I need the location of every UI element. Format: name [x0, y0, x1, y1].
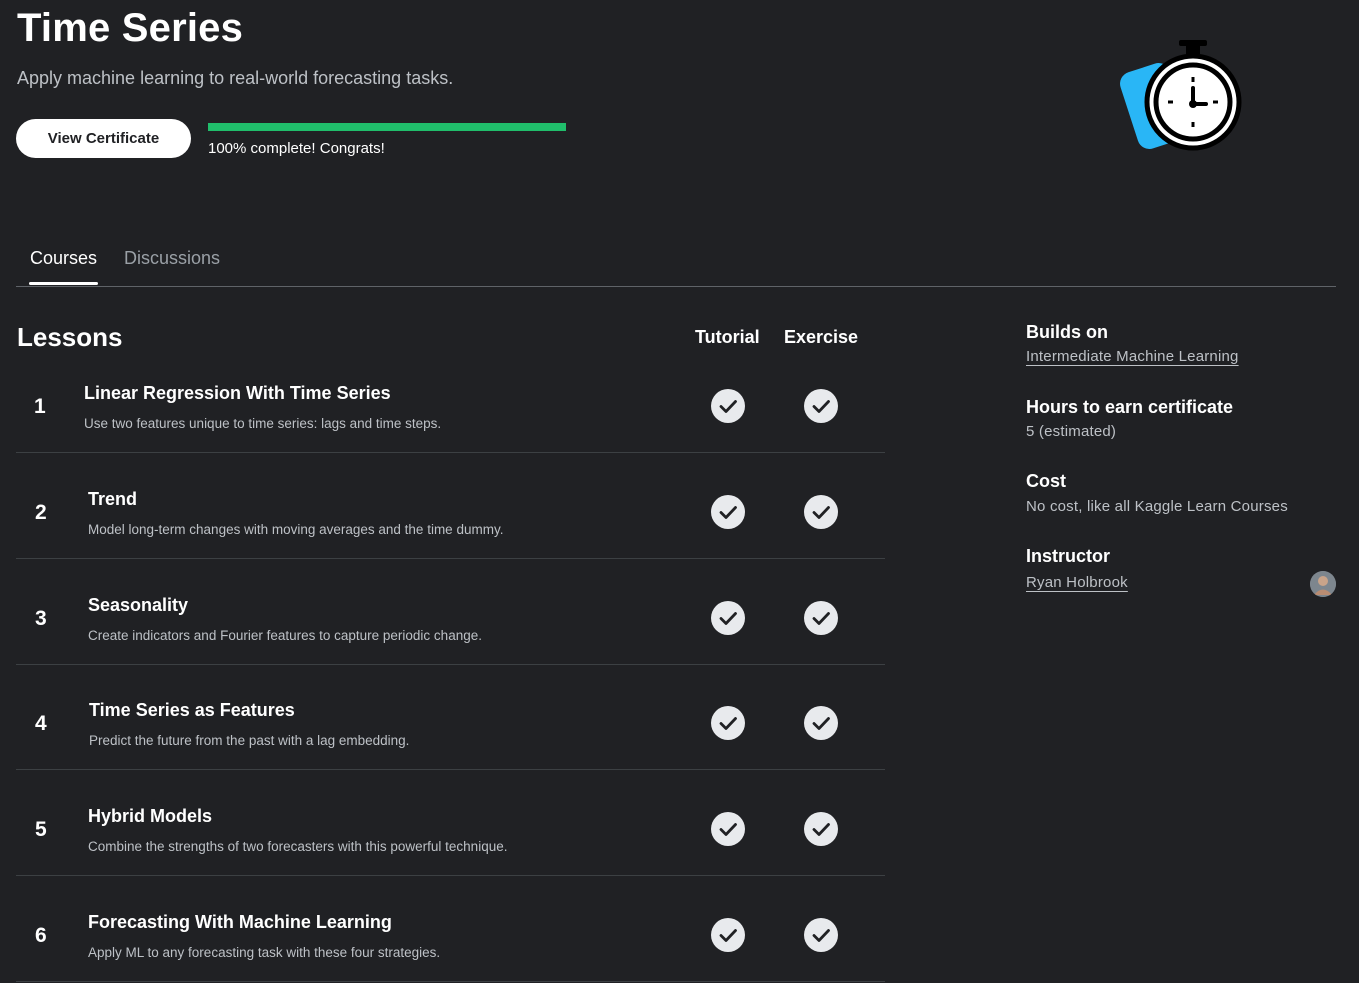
- lesson-description: Apply ML to any forecasting task with th…: [88, 945, 441, 960]
- progress-text: 100% complete! Congrats!: [208, 140, 385, 157]
- tutorial-complete-check-icon[interactable]: [711, 812, 745, 846]
- tutorial-complete-check-icon[interactable]: [711, 389, 745, 423]
- tutorial-complete-check-icon[interactable]: [711, 601, 745, 635]
- view-certificate-button[interactable]: View Certificate: [16, 119, 191, 158]
- lesson-title[interactable]: Hybrid Models: [88, 806, 212, 827]
- hours-label: Hours to earn certificate: [1026, 397, 1234, 417]
- tab-discussions[interactable]: Discussions: [124, 248, 220, 269]
- lesson-row: 6 Forecasting With Machine Learning Apply …: [16, 875, 885, 982]
- lesson-title[interactable]: Seasonality: [88, 595, 188, 616]
- lesson-title[interactable]: Time Series as Features: [89, 700, 295, 721]
- exercise-complete-check-icon[interactable]: [804, 918, 838, 952]
- stopwatch-icon: [1118, 30, 1248, 160]
- progress-bar-fill: [208, 123, 566, 131]
- exercise-complete-check-icon[interactable]: [804, 389, 838, 423]
- cost-value: No cost, like all Kaggle Learn Courses: [1026, 498, 1288, 515]
- tutorial-complete-check-icon[interactable]: [711, 918, 745, 952]
- lesson-row: 4 Time Series as Features Predict the futu…: [16, 663, 885, 770]
- tab-courses[interactable]: Courses: [30, 248, 97, 269]
- page-subtitle: Apply machine learning to real-world for…: [17, 68, 454, 88]
- cost-label: Cost: [1026, 471, 1066, 491]
- lesson-description: Predict the future from the past with a …: [89, 733, 410, 748]
- lesson-number: 1: [34, 395, 46, 418]
- lesson-row: 1 Linear Regression With Time Series Use t…: [16, 346, 885, 453]
- lesson-number: 2: [35, 501, 47, 524]
- lesson-title[interactable]: Trend: [88, 489, 137, 510]
- lesson-description: Create indicators and Fourier features t…: [88, 628, 482, 643]
- exercise-complete-check-icon[interactable]: [804, 812, 838, 846]
- tutorial-complete-check-icon[interactable]: [711, 495, 745, 529]
- lesson-description: Combine the strengths of two forecasters…: [88, 839, 508, 854]
- lesson-row: 3 Seasonality Create indicators and Fourie…: [16, 558, 885, 665]
- lesson-title[interactable]: Linear Regression With Time Series: [84, 383, 391, 404]
- builds-on-label: Builds on: [1026, 322, 1108, 342]
- instructor-label: Instructor: [1026, 546, 1111, 566]
- lesson-description: Model long-term changes with moving aver…: [88, 522, 504, 537]
- tutorial-column-header: Tutorial: [695, 327, 760, 347]
- lesson-row: 5 Hybrid Models Combine the strengths of t…: [16, 769, 885, 876]
- page-title: Time Series: [17, 6, 244, 50]
- active-tab-indicator: [29, 282, 98, 285]
- instructor-avatar[interactable]: [1310, 571, 1336, 597]
- progress-bar: [208, 123, 566, 131]
- lesson-number: 4: [35, 712, 47, 735]
- lesson-number: 3: [35, 607, 47, 630]
- hours-value: 5 (estimated): [1026, 423, 1117, 440]
- exercise-column-header: Exercise: [784, 327, 859, 347]
- lesson-number: 5: [35, 818, 47, 841]
- lesson-number: 6: [35, 924, 47, 947]
- lesson-row: 2 Trend Model long-term changes with movin…: [16, 452, 885, 559]
- exercise-complete-check-icon[interactable]: [804, 706, 838, 740]
- builds-on-link[interactable]: Intermediate Machine Learning: [1026, 348, 1239, 365]
- lesson-description: Use two features unique to time series: …: [84, 416, 442, 431]
- tab-divider: [16, 286, 1336, 287]
- tutorial-complete-check-icon[interactable]: [711, 706, 745, 740]
- exercise-complete-check-icon[interactable]: [804, 495, 838, 529]
- instructor-link[interactable]: Ryan Holbrook: [1026, 574, 1128, 591]
- exercise-complete-check-icon[interactable]: [804, 601, 838, 635]
- lesson-title[interactable]: Forecasting With Machine Learning: [88, 912, 392, 933]
